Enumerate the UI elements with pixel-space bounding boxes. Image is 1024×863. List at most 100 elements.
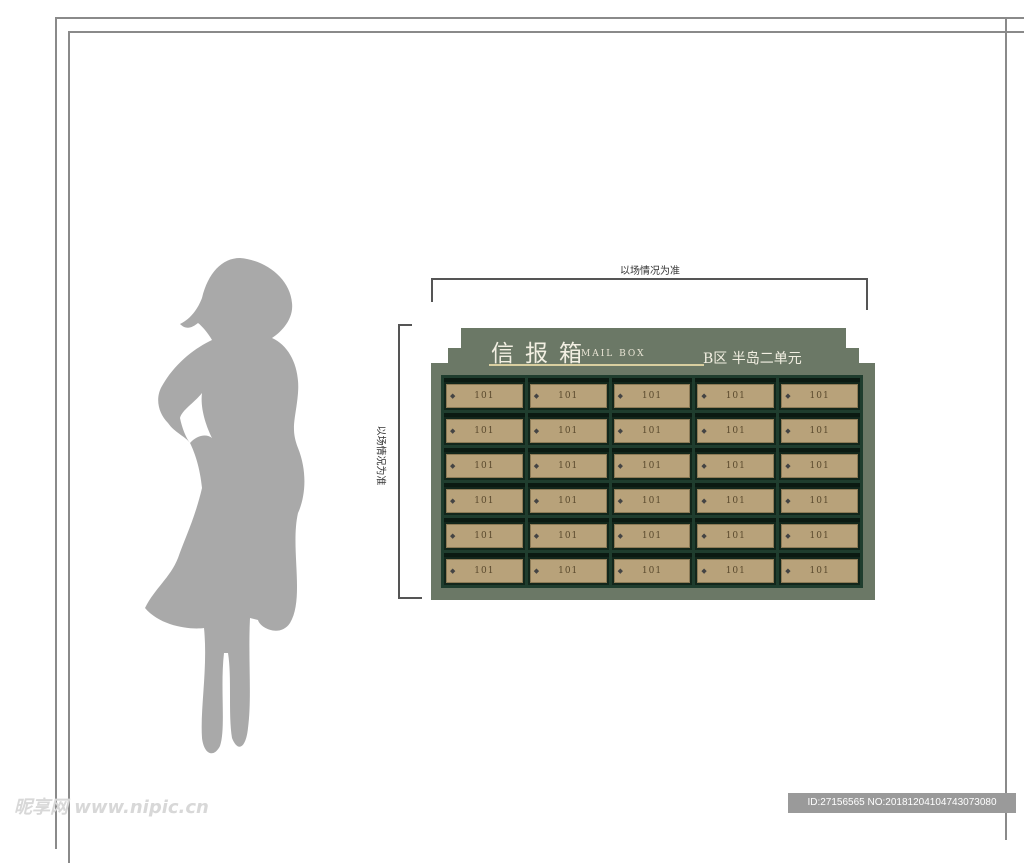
mailbox-door: ◆ 101 <box>529 384 607 408</box>
mailbox-slot: ◆ 101 <box>611 483 693 515</box>
mailbox-slot: ◆ 101 <box>695 518 777 550</box>
mailbox-door: ◆ 101 <box>446 559 523 583</box>
title-underline <box>489 364 704 366</box>
mailbox-door: ◆ 101 <box>697 559 775 583</box>
mailbox-door: ◆ 101 <box>529 454 607 478</box>
mailbox-number: 101 <box>641 496 663 506</box>
mailbox-slot: ◆ 101 <box>444 483 525 515</box>
mailbox-number: 101 <box>641 426 663 436</box>
mailbox-door: ◆ 101 <box>781 454 858 478</box>
mailbox-slot: ◆ 101 <box>611 553 693 585</box>
mailbox-slot: ◆ 101 <box>695 448 777 480</box>
mailbox-number: 101 <box>474 566 495 576</box>
mailbox-door: ◆ 101 <box>446 419 523 443</box>
mailbox-number: 101 <box>558 531 579 541</box>
mailbox-number: 101 <box>725 566 746 576</box>
mailbox-number: 101 <box>641 566 663 576</box>
mailbox-number: 101 <box>809 391 830 401</box>
drawing-frame-right-edge <box>1005 17 1007 840</box>
mailbox-slot: ◆ 101 <box>527 483 609 515</box>
mailbox-number: 101 <box>474 426 495 436</box>
mailbox-number: 101 <box>641 461 663 471</box>
mailbox-number: 101 <box>474 391 495 401</box>
watermark-id: ID:27156565 NO:20181204104743073080 <box>788 793 1016 813</box>
woman-silhouette-icon <box>145 258 305 754</box>
watermark-logo: 昵享网 www.nipic.cn <box>14 797 209 818</box>
mailbox-slot: ◆ 101 <box>779 483 860 515</box>
mailbox-door: ◆ 101 <box>446 454 523 478</box>
mailbox-number: 101 <box>558 461 579 471</box>
mailbox-door: ◆ 101 <box>529 524 607 548</box>
mailbox-slot: ◆ 101 <box>444 448 525 480</box>
mailbox-number: 101 <box>474 461 495 471</box>
dimension-tick-left <box>431 278 433 302</box>
mailbox-slot: ◆ 101 <box>527 378 609 410</box>
mailbox-slot: ◆ 101 <box>611 518 693 550</box>
mailbox-number: 101 <box>641 391 663 401</box>
mailbox-slot: ◆ 101 <box>779 518 860 550</box>
mailbox-board: 信报箱 MAIL BOX B区 半岛二单元 ◆ 101 ◆ 101 ◆ 101 ◆ 101 ◆ 1… <box>431 328 875 600</box>
mailbox-number: 101 <box>558 426 579 436</box>
mailbox-slot: ◆ 101 <box>527 553 609 585</box>
mailbox-door: ◆ 101 <box>613 524 691 548</box>
mailbox-slot: ◆ 101 <box>527 413 609 445</box>
mailbox-number: 101 <box>725 391 746 401</box>
mailbox-door: ◆ 101 <box>781 384 858 408</box>
mailbox-door: ◆ 101 <box>781 489 858 513</box>
dimension-width-note: 以场情况为准 <box>620 266 680 277</box>
mailbox-slot: ◆ 101 <box>611 448 693 480</box>
mailbox-door: ◆ 101 <box>446 524 523 548</box>
mailbox-slot: ◆ 101 <box>779 553 860 585</box>
mailbox-door: ◆ 101 <box>613 384 691 408</box>
dimension-tick-bottom <box>398 597 422 599</box>
mailbox-number: 101 <box>809 461 830 471</box>
mailbox-door: ◆ 101 <box>697 524 775 548</box>
mailbox-number: 101 <box>809 531 830 541</box>
mailbox-door: ◆ 101 <box>697 419 775 443</box>
mailbox-title-cn: 信报箱 <box>491 341 593 367</box>
mailbox-door: ◆ 101 <box>613 559 691 583</box>
mailbox-slot: ◆ 101 <box>444 413 525 445</box>
mailbox-slot: ◆ 101 <box>444 378 525 410</box>
dimension-height-note: 以场情况为准 <box>374 425 386 486</box>
mailbox-slot: ◆ 101 <box>527 518 609 550</box>
mailbox-number: 101 <box>809 496 830 506</box>
mailbox-number: 101 <box>558 496 579 506</box>
mailbox-slot: ◆ 101 <box>695 553 777 585</box>
mailbox-door: ◆ 101 <box>697 489 775 513</box>
dimension-tick-right <box>866 278 868 310</box>
mailbox-number: 101 <box>725 531 746 541</box>
mailbox-door: ◆ 101 <box>781 559 858 583</box>
mailbox-number: 101 <box>474 531 495 541</box>
mailbox-slot: ◆ 101 <box>695 378 777 410</box>
mailbox-door: ◆ 101 <box>529 489 607 513</box>
dimension-line-horizontal <box>431 278 868 280</box>
mailbox-door: ◆ 101 <box>529 419 607 443</box>
mailbox-number: 101 <box>558 566 579 576</box>
mailbox-door: ◆ 101 <box>613 419 691 443</box>
mailbox-area-label: B区 半岛二单元 <box>703 351 802 367</box>
mailbox-slot: ◆ 101 <box>611 413 693 445</box>
mailbox-number: 101 <box>809 426 830 436</box>
mailbox-number: 101 <box>725 461 746 471</box>
mailbox-door: ◆ 101 <box>446 384 523 408</box>
mailbox-number: 101 <box>725 426 746 436</box>
mailbox-door: ◆ 101 <box>781 419 858 443</box>
mailbox-slot: ◆ 101 <box>444 518 525 550</box>
mailbox-slot: ◆ 101 <box>695 413 777 445</box>
mailbox-door: ◆ 101 <box>613 489 691 513</box>
mailbox-number: 101 <box>809 566 830 576</box>
mailbox-grid: ◆ 101 ◆ 101 ◆ 101 ◆ 101 ◆ 101 ◆ 101 ◆ 101 ◆ 101 ◆ 101 ◆ 101… <box>441 375 863 588</box>
mailbox-number: 101 <box>558 391 579 401</box>
mailbox-door: ◆ 101 <box>529 559 607 583</box>
dimension-tick-top <box>398 324 412 326</box>
dimension-line-vertical <box>398 324 400 599</box>
mailbox-door: ◆ 101 <box>781 524 858 548</box>
mailbox-slot: ◆ 101 <box>611 378 693 410</box>
mailbox-title-en: MAIL BOX <box>581 349 646 359</box>
mailbox-number: 101 <box>641 531 663 541</box>
mailbox-number: 101 <box>474 496 495 506</box>
mailbox-slot: ◆ 101 <box>779 448 860 480</box>
mailbox-slot: ◆ 101 <box>444 553 525 585</box>
mailbox-slot: ◆ 101 <box>527 448 609 480</box>
